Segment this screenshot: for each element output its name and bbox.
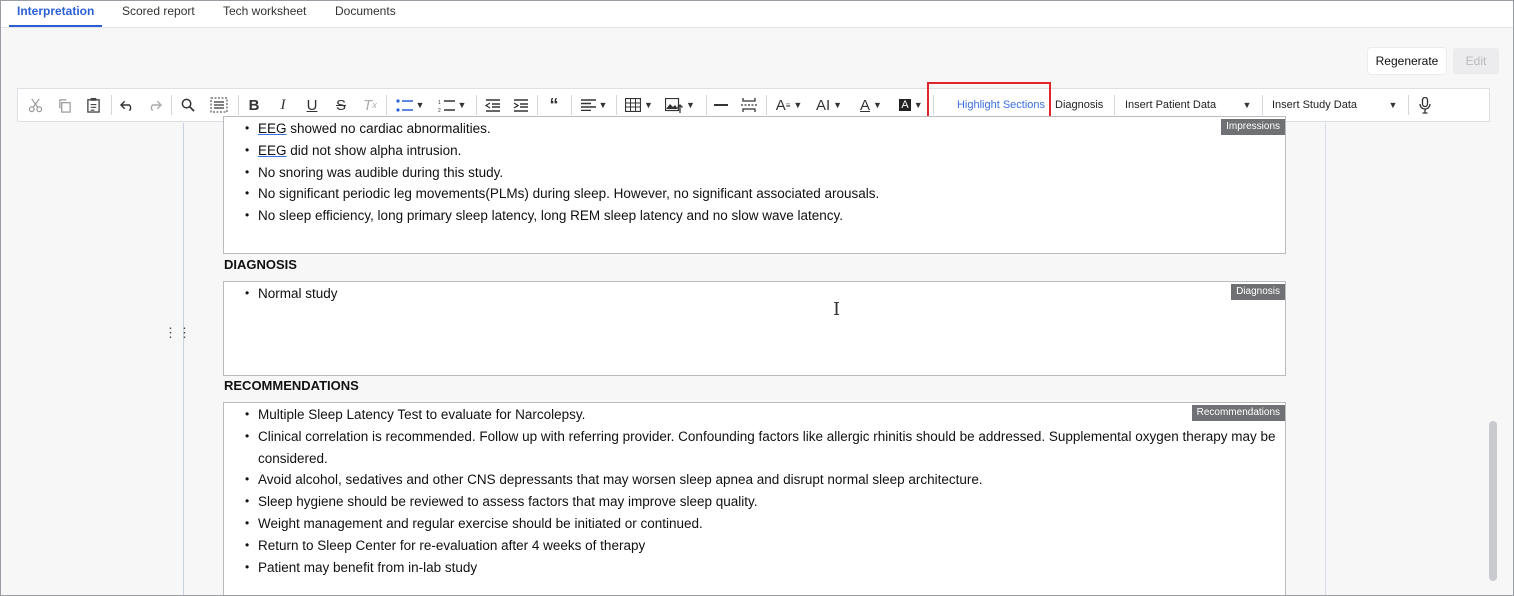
copy-icon[interactable] bbox=[53, 89, 75, 121]
list-item: Return to Sleep Center for re-evaluation… bbox=[224, 535, 1281, 557]
tab-interpretation[interactable]: Interpretation bbox=[9, 3, 103, 27]
list-item-text: did not show alpha intrusion. bbox=[286, 142, 462, 158]
list-item-text: showed no cardiac abnormalities. bbox=[286, 121, 491, 136]
list-item-prefix: EEG bbox=[258, 121, 287, 136]
list-item: EEG did not show alpha intrusion. bbox=[224, 140, 1285, 162]
diagnosis-section[interactable]: Diagnosis Normal study bbox=[223, 281, 1286, 376]
list-item: Normal study bbox=[224, 283, 1285, 305]
list-item: No sleep efficiency, long primary sleep … bbox=[224, 205, 1285, 227]
impressions-list: EEG showed no cardiac abnormalities. EEG… bbox=[224, 118, 1285, 227]
edit-button[interactable]: Edit bbox=[1453, 48, 1499, 74]
regenerate-button[interactable]: Regenerate bbox=[1368, 48, 1446, 74]
tab-bar: Interpretation Scored report Tech worksh… bbox=[1, 1, 1513, 28]
cut-icon[interactable] bbox=[24, 89, 46, 121]
list-item: No significant periodic leg movements(PL… bbox=[224, 183, 1285, 205]
microphone-icon[interactable] bbox=[1415, 89, 1435, 121]
diagnosis-heading: DIAGNOSIS bbox=[224, 257, 297, 272]
insert-study-data-label: Insert Study Data bbox=[1272, 99, 1357, 111]
list-item: No snoring was audible during this study… bbox=[224, 162, 1285, 184]
text-cursor-icon: I bbox=[833, 299, 841, 320]
list-item: Sleep hygiene should be reviewed to asse… bbox=[224, 491, 1281, 513]
list-item: EEG showed no cardiac abnormalities. bbox=[224, 118, 1285, 140]
list-item: Clinical correlation is recommended. Fol… bbox=[224, 426, 1281, 470]
recommendations-heading: RECOMMENDATIONS bbox=[224, 378, 359, 393]
svg-text:2: 2 bbox=[438, 108, 441, 112]
scrollbar[interactable] bbox=[1489, 421, 1497, 581]
insert-patient-data-label: Insert Patient Data bbox=[1125, 99, 1217, 111]
undo-icon[interactable] bbox=[116, 89, 138, 121]
editor-left-border bbox=[183, 123, 184, 595]
app-frame: Interpretation Scored report Tech worksh… bbox=[0, 0, 1514, 596]
drag-handle-icon[interactable]: ⋮⋮ bbox=[164, 326, 191, 346]
list-item: Avoid alcohol, sedatives and other CNS d… bbox=[224, 469, 1281, 491]
redo-icon[interactable] bbox=[143, 89, 165, 121]
list-item: Multiple Sleep Latency Test to evaluate … bbox=[224, 404, 1281, 426]
tab-tech-worksheet[interactable]: Tech worksheet bbox=[215, 3, 314, 27]
chevron-down-icon[interactable]: ▼ bbox=[1386, 89, 1400, 121]
tab-scored-report[interactable]: Scored report bbox=[114, 3, 203, 27]
list-item: Patient may benefit from in-lab study bbox=[224, 557, 1281, 579]
recommendations-list: Multiple Sleep Latency Test to evaluate … bbox=[224, 404, 1285, 578]
insert-study-data-dropdown[interactable]: Insert Study Data bbox=[1272, 89, 1402, 121]
svg-text:1: 1 bbox=[438, 100, 441, 106]
list-item: Weight management and regular exercise s… bbox=[224, 513, 1281, 535]
diagnosis-list: Normal study bbox=[224, 283, 1285, 305]
editor-right-border bbox=[1325, 123, 1326, 595]
list-item-prefix: EEG bbox=[258, 142, 287, 158]
recommendations-section[interactable]: Recommendations Multiple Sleep Latency T… bbox=[223, 402, 1286, 595]
find-replace-icon[interactable] bbox=[176, 89, 198, 121]
tab-documents[interactable]: Documents bbox=[327, 3, 404, 27]
paste-icon[interactable] bbox=[82, 89, 104, 121]
impressions-section[interactable]: Impressions EEG showed no cardiac abnorm… bbox=[223, 116, 1286, 254]
